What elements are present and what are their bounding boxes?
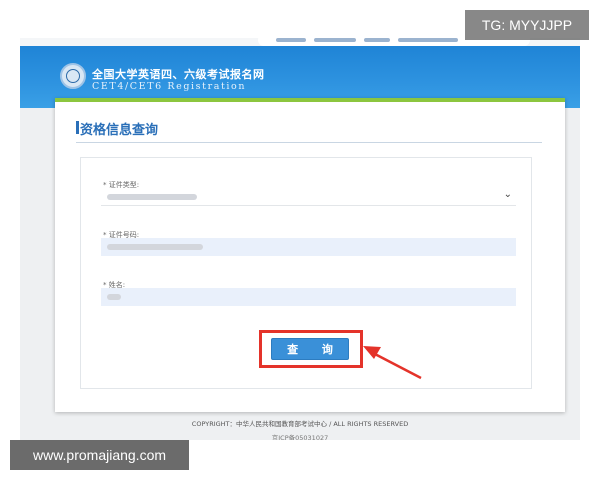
blurred-value	[107, 244, 203, 250]
id-number-input[interactable]	[101, 238, 516, 256]
id-type-select[interactable]: ⌄	[101, 188, 516, 206]
qualification-form: * 证件类型: ⌄ * 证件号码: * 姓名: 查 询	[80, 157, 532, 389]
url-watermark: www.promajiang.com	[10, 440, 189, 470]
page-title: 资格信息查询	[80, 123, 159, 138]
nav-link-blurred[interactable]	[276, 38, 306, 42]
telegram-watermark: TG: MYYJJPP	[465, 10, 589, 40]
cet-logo-icon	[60, 63, 86, 89]
nav-link-blurred[interactable]	[364, 38, 390, 42]
title-divider	[76, 142, 542, 143]
name-input[interactable]	[101, 288, 516, 306]
title-accent-bar	[76, 121, 79, 134]
nav-link-blurred[interactable]	[398, 38, 458, 42]
blurred-value	[107, 194, 197, 200]
query-button[interactable]: 查 询	[271, 338, 349, 360]
site-subtitle: CET4/CET6 Registration	[92, 81, 247, 92]
chevron-down-icon: ⌄	[503, 189, 512, 200]
site-title: 全国大学英语四、六级考试报名网	[92, 68, 265, 81]
blurred-value	[107, 294, 121, 300]
footer-copyright: COPYRIGHT：中华人民共和国教育部考试中心 / ALL RIGHTS RE…	[191, 420, 409, 428]
nav-link-blurred[interactable]	[314, 38, 356, 42]
query-card: 资格信息查询 * 证件类型: ⌄ * 证件号码: * 姓名: 查 询	[55, 98, 565, 412]
footer-icp: 京ICP备05031027	[271, 434, 329, 440]
browser-page: 全国大学英语四、六级考试报名网 CET4/CET6 Registration 资…	[20, 38, 580, 440]
